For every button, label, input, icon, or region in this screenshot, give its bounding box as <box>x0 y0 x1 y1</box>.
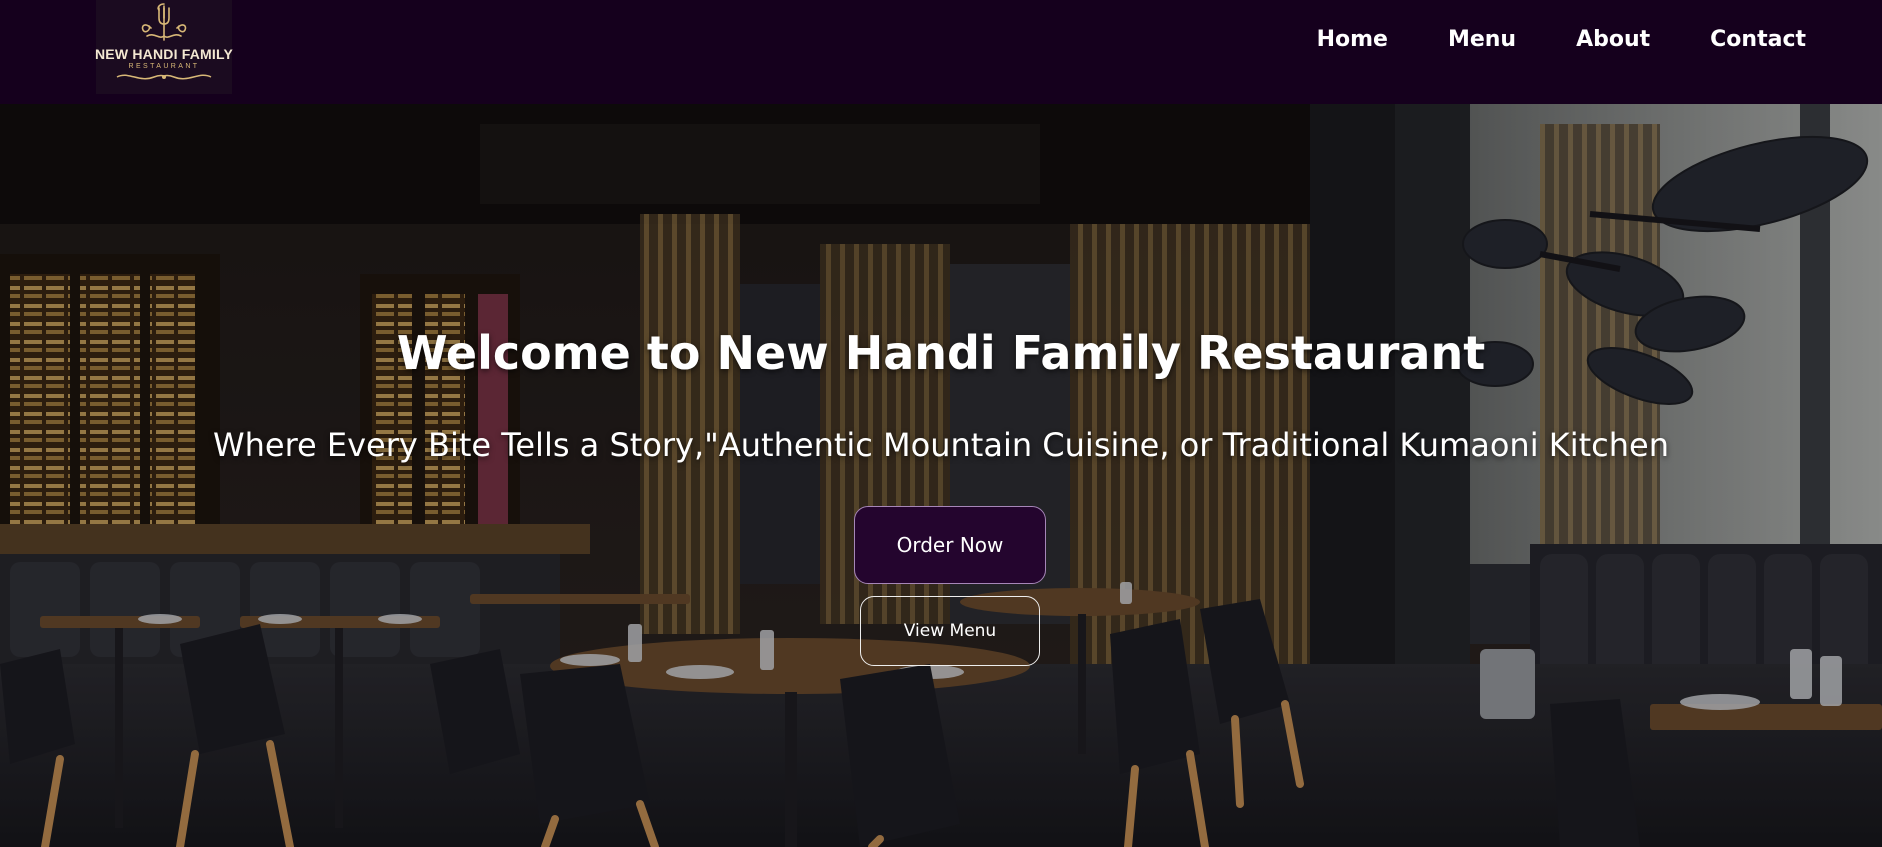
main-nav: Home Menu About Contact <box>1317 24 1806 56</box>
nav-home[interactable]: Home <box>1317 24 1388 56</box>
nav-contact[interactable]: Contact <box>1710 24 1806 56</box>
fork-crest-icon <box>141 3 187 41</box>
hero-title: Welcome to New Handi Family Restaurant <box>396 326 1486 380</box>
hero-subtitle: Where Every Bite Tells a Story,"Authenti… <box>212 426 1670 464</box>
ornament-icon <box>116 74 212 80</box>
hero-section: Welcome to New Handi Family Restaurant W… <box>0 104 1882 847</box>
nav-menu[interactable]: Menu <box>1448 24 1516 56</box>
view-menu-button[interactable]: View Menu <box>860 596 1040 666</box>
brand-name: NEW HANDI FAMILY <box>94 46 234 62</box>
site-header: NEW HANDI FAMILY RESTAURANT Home Menu Ab… <box>0 0 1882 104</box>
order-now-button[interactable]: Order Now <box>854 506 1046 584</box>
brand-tagline: RESTAURANT <box>128 63 200 70</box>
hero-overlay <box>0 104 1882 847</box>
nav-about[interactable]: About <box>1576 24 1650 56</box>
brand-logo[interactable]: NEW HANDI FAMILY RESTAURANT <box>94 0 234 94</box>
